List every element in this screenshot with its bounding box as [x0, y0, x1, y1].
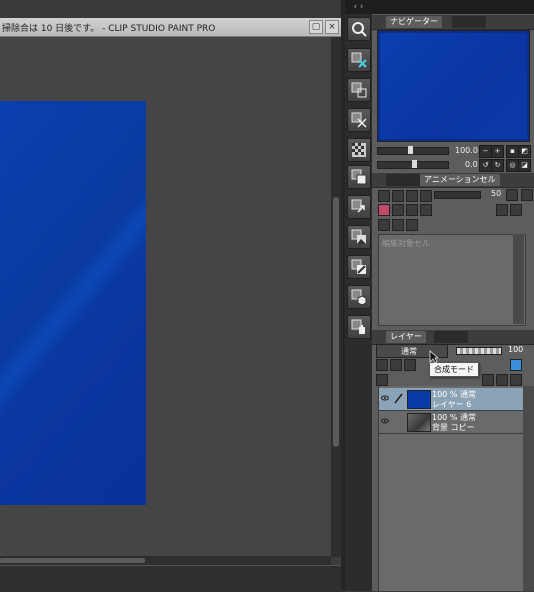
document-titlebar[interactable]: 掃除合は 10 日後です。 - CLIP STUDIO PAINT PRO ▢ ×: [0, 18, 343, 37]
cel-folder-icon[interactable]: [496, 204, 508, 216]
layer-name: 背景 コピー: [432, 423, 475, 432]
layer-thumbnail: [407, 413, 431, 432]
horizontal-scroll-thumb[interactable]: [0, 558, 145, 563]
tone-tool-icon[interactable]: [347, 138, 371, 162]
blend-mode-tooltip: 合成モード: [429, 362, 479, 377]
layer-color-icon[interactable]: [510, 359, 522, 371]
tab-info[interactable]: [468, 16, 486, 28]
tool-strip-header[interactable]: ‹ ›: [345, 0, 372, 14]
zoom-slider-knob[interactable]: [408, 146, 413, 154]
layer-mask-icon[interactable]: [482, 374, 494, 386]
animation-tab-label: アニメーションセル: [424, 175, 496, 184]
layer-opacity-value: 100: [508, 345, 524, 354]
cel-frame2-icon[interactable]: [406, 219, 418, 231]
edit-tool-icon[interactable]: [347, 255, 371, 279]
cube-tool-icon[interactable]: [347, 285, 371, 309]
layer-merge-icon[interactable]: [496, 374, 508, 386]
cel-settings-icon[interactable]: [510, 204, 522, 216]
zoom-in-icon[interactable]: +: [491, 145, 504, 158]
navigator-tabbar: ナビゲーター: [372, 15, 534, 30]
tab-layer[interactable]: レイヤー: [386, 331, 426, 343]
tool-strip: ‹ ›: [345, 0, 372, 591]
close-button[interactable]: ×: [325, 20, 339, 34]
cel-frame-icon[interactable]: [420, 204, 432, 216]
rotate-row: 0.0 ↺ ↻ ◎ ◪: [375, 158, 531, 172]
cel-undo-icon[interactable]: [392, 190, 404, 202]
maximize-button[interactable]: ▢: [309, 20, 323, 34]
vertical-scroll-thumb[interactable]: [333, 197, 339, 447]
canvas-artwork[interactable]: [0, 101, 146, 505]
layer-clip-icon[interactable]: [376, 359, 388, 371]
cel-value-stepper-icon[interactable]: [506, 189, 518, 201]
cel-redo-icon[interactable]: [406, 190, 418, 202]
crop-tool-icon[interactable]: [347, 78, 371, 102]
animation-scrollbar[interactable]: [513, 234, 524, 324]
zoom-row: 100.0 − + ▪ ◩: [375, 144, 531, 158]
zoom-tool-icon[interactable]: [347, 17, 371, 41]
layer-row[interactable]: 100 % 通常 レイヤー 6: [379, 388, 524, 411]
window-buttons: ▢ ×: [307, 20, 339, 34]
tab-navigator[interactable]: ナビゲーター: [386, 16, 442, 28]
cel-color-icon[interactable]: [378, 204, 390, 216]
layer-tabbar: レイヤー: [372, 330, 534, 345]
navigator-tab-label: ナビゲーター: [390, 17, 438, 26]
right-dock: ナビゲーター 100.0 − + ▪ ◩ 0.0 ↺ ↻ ◎ ◪ アニメーション…: [372, 0, 534, 591]
layer-opacity-slider[interactable]: [456, 347, 502, 355]
image-tool-icon[interactable]: [347, 225, 371, 249]
eye-icon[interactable]: [381, 394, 389, 402]
layer-ref-icon[interactable]: [390, 359, 402, 371]
flip-vertical-icon[interactable]: ◪: [518, 159, 531, 172]
cel-prev-icon[interactable]: [392, 204, 404, 216]
cel-light-icon[interactable]: [420, 190, 432, 202]
layer-trash-icon[interactable]: [510, 374, 522, 386]
canvas-area[interactable]: [0, 37, 332, 557]
document-title: 掃除合は 10 日後です。 - CLIP STUDIO PAINT PRO: [2, 24, 216, 34]
zoom-slider[interactable]: [377, 146, 449, 155]
cel-value: 50: [491, 189, 502, 198]
document-window: 掃除合は 10 日後です。 - CLIP STUDIO PAINT PRO ▢ ×: [0, 0, 343, 592]
mouse-cursor-icon: [429, 350, 439, 364]
tab-brush-size[interactable]: [402, 174, 420, 186]
vertical-scrollbar[interactable]: [331, 37, 341, 557]
top-strip: [0, 0, 343, 18]
rotation-value: 0.0: [465, 160, 478, 169]
layer-thumbnail: [407, 390, 431, 409]
navigator-thumbnail: [380, 33, 527, 139]
layer-menu-icon[interactable]: [376, 374, 388, 386]
cel-new-icon[interactable]: [378, 190, 390, 202]
scissor-tool-icon[interactable]: [347, 108, 371, 132]
cel-next-icon[interactable]: [406, 204, 418, 216]
rotate-slider[interactable]: [377, 160, 449, 169]
pen-icon: [394, 393, 403, 404]
cel-link-icon[interactable]: [521, 189, 533, 201]
eye-icon[interactable]: [381, 417, 389, 425]
tab-animation-cel[interactable]: アニメーションセル: [420, 174, 500, 186]
animation-tabbar: アニメーションセル: [372, 173, 534, 188]
cel-drop2-icon[interactable]: [392, 219, 404, 231]
rotate-right-icon[interactable]: ↻: [491, 159, 504, 172]
layer-name: レイヤー 6: [432, 400, 472, 409]
clear-tool-icon[interactable]: [347, 48, 371, 72]
animation-empty-text: 編集対象セル: [382, 239, 430, 248]
tab-layer-search[interactable]: [450, 331, 468, 343]
horizontal-scrollbar[interactable]: [0, 556, 331, 565]
navigator-preview[interactable]: [377, 30, 530, 142]
cel-drop-icon[interactable]: [378, 219, 390, 231]
status-bar: [0, 565, 343, 592]
animation-cel-list[interactable]: 編集対象セル: [378, 234, 526, 326]
flip-icon[interactable]: ◩: [518, 145, 531, 158]
layer-scrollbar[interactable]: [523, 386, 534, 591]
layer-tool-icon[interactable]: [347, 165, 371, 189]
transform-tool-icon[interactable]: [347, 195, 371, 219]
zoom-value: 100.0: [455, 146, 478, 155]
blend-mode-value: 通常: [401, 347, 417, 356]
layer-list: 100 % 通常 レイヤー 6 100 % 通常 背景 コピー: [378, 386, 524, 591]
hand-tool-icon[interactable]: [347, 315, 371, 339]
layer-row[interactable]: 100 % 通常 背景 コピー: [379, 411, 524, 434]
dock-header[interactable]: [372, 0, 534, 14]
cel-opacity-slider[interactable]: [434, 191, 481, 199]
layer-lock-icon[interactable]: [404, 359, 416, 371]
layer-tab-label: レイヤー: [390, 332, 422, 341]
rotate-slider-knob[interactable]: [412, 160, 417, 168]
